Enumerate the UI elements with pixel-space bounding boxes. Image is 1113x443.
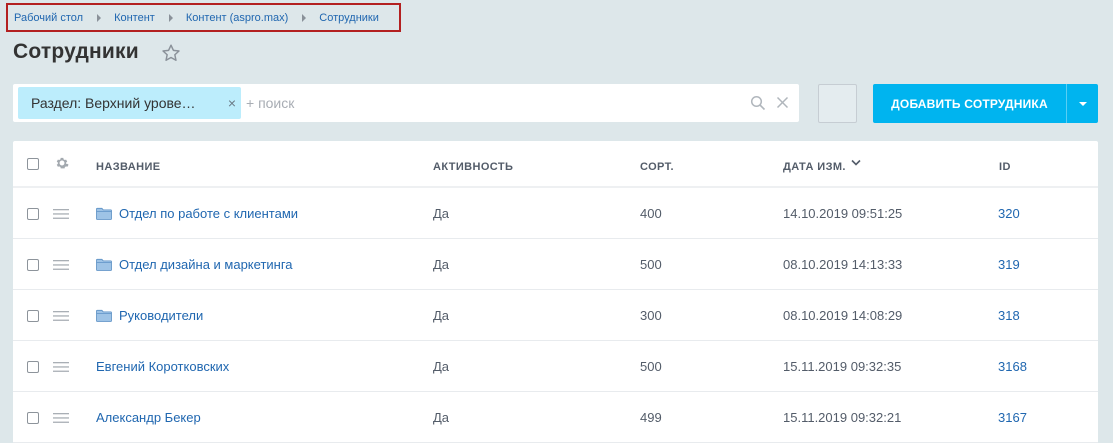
- row-date: 15.11.2019 09:32:35: [783, 359, 902, 374]
- page-title: Сотрудники: [13, 40, 139, 63]
- column-header-id[interactable]: ID: [999, 161, 1011, 173]
- gear-icon[interactable]: [55, 156, 69, 170]
- row-date: 14.10.2019 09:51:25: [783, 206, 903, 221]
- breadcrumb-separator-icon: [302, 13, 307, 22]
- row-checkbox[interactable]: [27, 310, 39, 322]
- row-sort: 300: [640, 308, 662, 323]
- select-all-checkbox[interactable]: [27, 158, 39, 170]
- table-row[interactable]: Отдел по работе с клиентами Да 400 14.10…: [13, 188, 1098, 239]
- row-sort: 499: [640, 410, 662, 425]
- search-input[interactable]: [246, 88, 726, 118]
- table-row[interactable]: Александр Бекер Да 499 15.11.2019 09:32:…: [13, 392, 1098, 443]
- row-active: Да: [433, 308, 450, 323]
- row-date: 15.11.2019 09:32:21: [783, 410, 902, 425]
- drag-handle-icon[interactable]: [53, 362, 69, 372]
- column-header-active[interactable]: АКТИВНОСТЬ: [433, 161, 513, 173]
- filter-chip-label: Раздел: Верхний урове…: [31, 95, 196, 111]
- row-active: Да: [433, 257, 450, 272]
- breadcrumb-item-desktop[interactable]: Рабочий стол: [14, 12, 83, 24]
- row-name-link[interactable]: Отдел дизайна и маркетинга: [119, 257, 293, 272]
- add-employee-button[interactable]: ДОБАВИТЬ СОТРУДНИКА: [873, 84, 1098, 123]
- employees-table: НАЗВАНИЕ АКТИВНОСТЬ СОРТ. ДАТА ИЗМ. ID О…: [13, 141, 1098, 443]
- column-header-name[interactable]: НАЗВАНИЕ: [96, 161, 161, 173]
- row-sort: 500: [640, 359, 662, 374]
- filter-chip-section[interactable]: Раздел: Верхний урове… ×: [18, 87, 241, 119]
- breadcrumb-item-employees[interactable]: Сотрудники: [319, 12, 379, 24]
- row-date: 08.10.2019 14:08:29: [783, 308, 903, 323]
- add-dropdown-button[interactable]: [1067, 101, 1098, 106]
- row-date: 08.10.2019 14:13:33: [783, 257, 903, 272]
- filter-search-bar[interactable]: Раздел: Верхний урове… ×: [13, 84, 799, 122]
- row-id-link[interactable]: 3167: [998, 410, 1027, 425]
- row-name-link[interactable]: Руководители: [119, 308, 203, 323]
- chevron-down-icon: [1078, 101, 1087, 106]
- row-id-link[interactable]: 318: [998, 308, 1020, 323]
- table-row[interactable]: Евгений Коротковских Да 500 15.11.2019 0…: [13, 341, 1098, 392]
- row-id-link[interactable]: 3168: [998, 359, 1027, 374]
- drag-handle-icon[interactable]: [53, 260, 69, 270]
- row-id-link[interactable]: 319: [998, 257, 1020, 272]
- add-employee-label: ДОБАВИТЬ СОТРУДНИКА: [891, 96, 1048, 111]
- column-header-sort[interactable]: СОРТ.: [640, 161, 674, 173]
- row-name-link[interactable]: Евгений Коротковских: [96, 359, 229, 374]
- row-checkbox[interactable]: [27, 208, 39, 220]
- row-name-link[interactable]: Отдел по работе с клиентами: [119, 206, 298, 221]
- row-active: Да: [433, 410, 450, 425]
- sort-desc-icon[interactable]: [851, 159, 861, 167]
- column-header-date[interactable]: ДАТА ИЗМ.: [783, 161, 846, 173]
- breadcrumb: Рабочий стол Контент Контент (aspro.max)…: [6, 3, 401, 32]
- settings-button[interactable]: [818, 84, 857, 123]
- breadcrumb-separator-icon: [168, 13, 173, 22]
- row-active: Да: [433, 359, 450, 374]
- folder-icon: [96, 207, 112, 220]
- row-active: Да: [433, 206, 450, 221]
- table-row[interactable]: Руководители Да 300 08.10.2019 14:08:29 …: [13, 290, 1098, 341]
- breadcrumb-item-content-aspro[interactable]: Контент (aspro.max): [186, 12, 288, 24]
- row-checkbox[interactable]: [27, 412, 39, 424]
- clear-icon[interactable]: [776, 96, 789, 109]
- row-checkbox[interactable]: [27, 259, 39, 271]
- drag-handle-icon[interactable]: [53, 311, 69, 321]
- search-icon[interactable]: [750, 95, 766, 111]
- folder-icon: [96, 309, 112, 322]
- drag-handle-icon[interactable]: [53, 209, 69, 219]
- breadcrumb-separator-icon: [97, 13, 102, 22]
- star-icon[interactable]: [160, 42, 182, 64]
- folder-icon: [96, 258, 112, 271]
- row-sort: 400: [640, 206, 662, 221]
- row-checkbox[interactable]: [27, 361, 39, 373]
- row-sort: 500: [640, 257, 662, 272]
- row-name-link[interactable]: Александр Бекер: [96, 410, 201, 425]
- table-row[interactable]: Отдел дизайна и маркетинга Да 500 08.10.…: [13, 239, 1098, 290]
- chip-close-icon[interactable]: ×: [228, 87, 236, 119]
- breadcrumb-item-content[interactable]: Контент: [114, 12, 155, 24]
- table-header: НАЗВАНИЕ АКТИВНОСТЬ СОРТ. ДАТА ИЗМ. ID: [13, 141, 1098, 188]
- row-id-link[interactable]: 320: [998, 206, 1020, 221]
- drag-handle-icon[interactable]: [53, 413, 69, 423]
